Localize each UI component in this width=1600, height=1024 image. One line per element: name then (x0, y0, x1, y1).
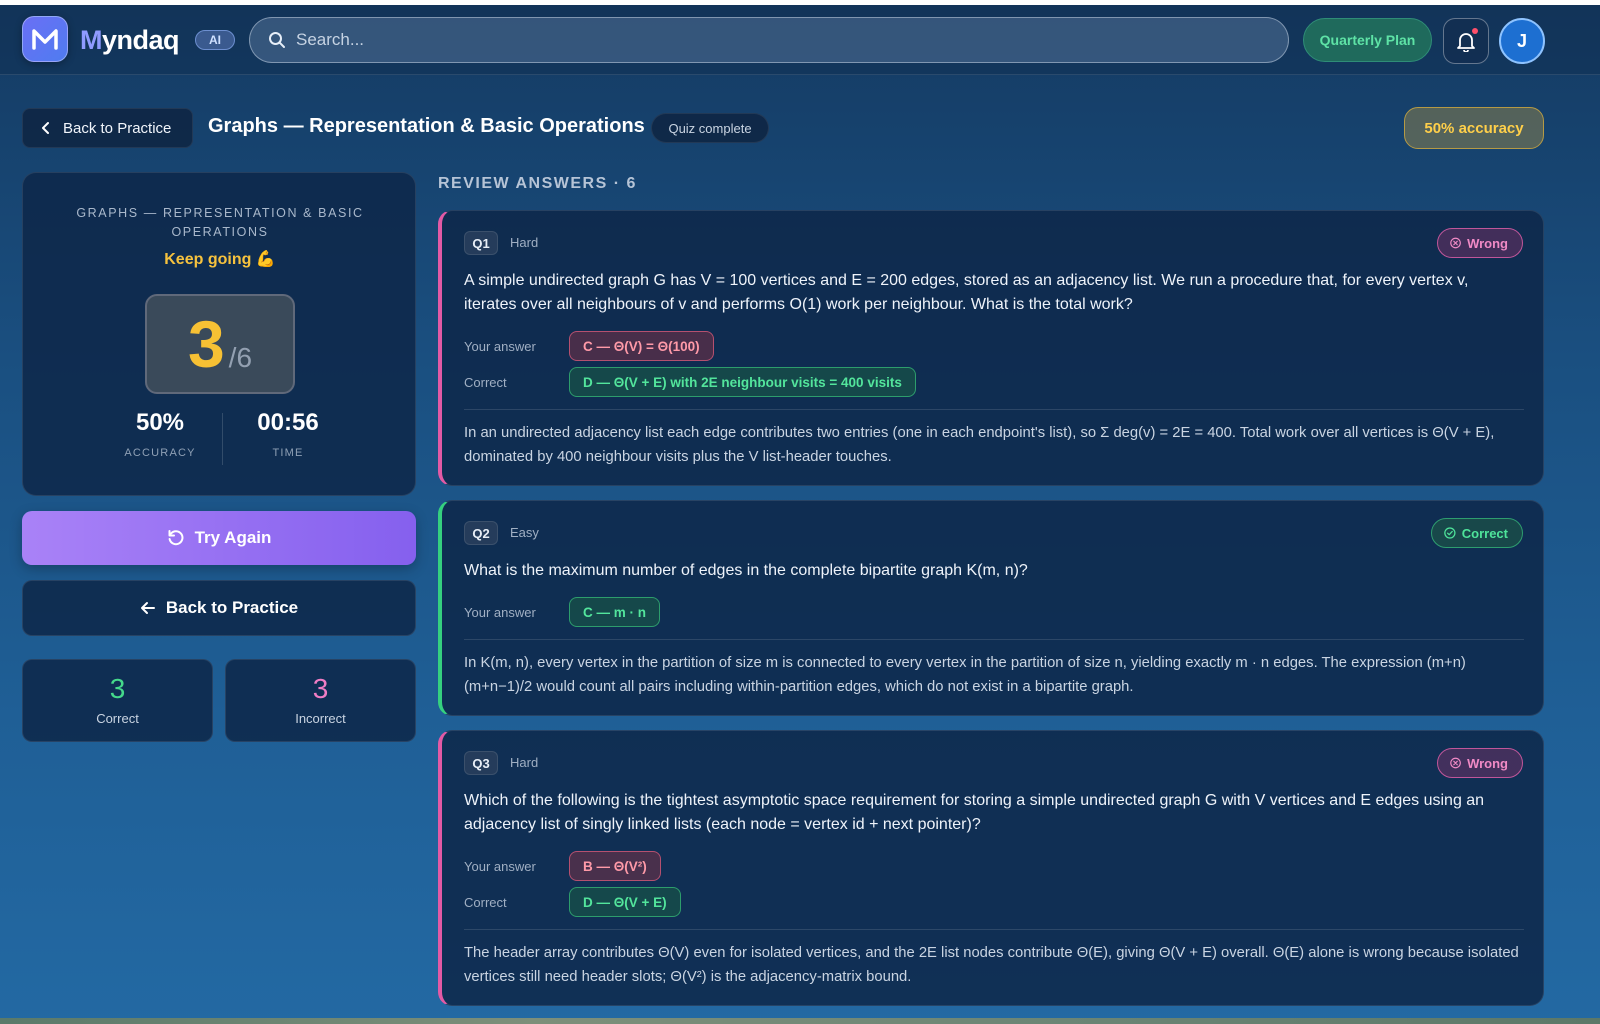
verdict-label: Correct (1461, 525, 1508, 541)
correct-answer-pill: D — Θ(V + E) with 2E neighbour visits = … (569, 367, 916, 397)
score-correct: 3 (187, 307, 225, 381)
time-stat: 00:56 TIME (223, 409, 353, 459)
refresh-icon (168, 530, 184, 546)
question-difficulty: Easy (510, 525, 539, 540)
question-card-q3: Q3 Hard Wrong Which of the following is … (438, 730, 1544, 1006)
verdict-label: Wrong (1467, 235, 1508, 251)
question-difficulty: Hard (510, 235, 539, 250)
explanation-text: In K(m, n), every vertex in the partitio… (464, 655, 1466, 695)
notifications-button[interactable] (1443, 18, 1489, 64)
question-number: Q1 (464, 231, 498, 255)
accuracy-badge: 50% accuracy (1404, 107, 1544, 149)
verdict-correct-badge: Correct (1431, 518, 1523, 548)
review-answers-heading: REVIEW ANSWERS · 6 (438, 175, 637, 192)
brand-rest: yndaq (102, 25, 180, 55)
user-avatar[interactable]: J (1499, 18, 1545, 64)
back-to-practice-link[interactable]: Back to Practice (22, 108, 193, 148)
page-title: Graphs — Representation & Basic Operatio… (208, 115, 645, 137)
your-answer-label: Your answer (464, 605, 536, 620)
try-again-label: Try Again (194, 528, 272, 547)
your-answer-label: Your answer (464, 339, 536, 354)
explanation-text: The header array contributes Θ(V) even f… (464, 945, 1519, 985)
question-text: A simple undirected graph G has V = 100 … (464, 272, 1469, 313)
time-label: TIME (272, 447, 304, 459)
try-again-button[interactable]: Try Again (22, 511, 416, 565)
quiz-status-badge: Quiz complete (651, 113, 769, 143)
explanation-text: In an undirected adjacency list each edg… (464, 425, 1495, 465)
incorrect-count: 3 (312, 673, 329, 704)
correct-count-card: 3 Correct (22, 659, 213, 742)
correct-count: 3 (109, 673, 126, 704)
divider (464, 409, 1524, 410)
divider (464, 639, 1524, 640)
x-circle-icon (1450, 237, 1461, 249)
verdict-wrong-badge: Wrong (1437, 748, 1523, 778)
accuracy-stat: 50% ACCURACY (95, 409, 225, 459)
logo-icon[interactable] (22, 16, 68, 62)
top-navbar: Myndaq AI Quarterly Plan J (0, 5, 1600, 75)
question-card-q1: Q1 Hard Wrong A simple undirected graph … (438, 210, 1544, 486)
search-input[interactable] (296, 30, 1288, 50)
back-to-practice-label: Back to Practice (63, 119, 172, 137)
score-total: /6 (228, 342, 253, 373)
quarterly-plan-button[interactable]: Quarterly Plan (1303, 18, 1432, 62)
divider (464, 929, 1524, 930)
question-difficulty: Hard (510, 755, 539, 770)
check-circle-icon (1444, 527, 1456, 539)
brand-name[interactable]: Myndaq (80, 25, 180, 56)
your-answer-pill: B — Θ(V²) (569, 851, 661, 881)
back-to-practice-button-label: Back to Practice (165, 598, 299, 617)
question-text: What is the maximum number of edges in t… (464, 562, 1028, 579)
brand-initial: M (80, 25, 103, 55)
correct-count-label: Correct (96, 711, 139, 726)
chevron-left-icon (42, 122, 49, 134)
x-circle-icon (1450, 757, 1461, 769)
time-value: 00:56 (257, 409, 319, 436)
question-number: Q2 (464, 521, 498, 545)
search-bar[interactable] (249, 17, 1289, 63)
question-text: Which of the following is the tightest a… (464, 792, 1485, 833)
motivation-text: Keep going 💪 (164, 251, 276, 268)
your-answer-label: Your answer (464, 859, 536, 874)
score-box: 3 /6 (145, 294, 295, 394)
question-card-q2: Q2 Easy Correct What is the maximum numb… (438, 500, 1544, 716)
incorrect-count-card: 3 Incorrect (225, 659, 416, 742)
topic-label: Graphs — Representation & Basic Operatio… (76, 206, 364, 239)
arrow-left-icon (140, 602, 155, 614)
correct-answer-pill: D — Θ(V + E) (569, 887, 681, 917)
correct-answer-label: Correct (464, 895, 507, 910)
ai-badge: AI (195, 30, 235, 50)
accuracy-label: ACCURACY (124, 447, 196, 459)
accuracy-value: 50% (135, 409, 185, 436)
search-icon (269, 32, 285, 48)
your-answer-pill: C — m · n (569, 597, 660, 627)
incorrect-count-label: Incorrect (295, 711, 346, 726)
score-summary-card: Graphs — Representation & Basic Operatio… (22, 172, 416, 496)
window-bottom-edge (0, 1018, 1600, 1024)
question-number: Q3 (464, 751, 498, 775)
back-to-practice-button[interactable]: Back to Practice (22, 580, 416, 636)
verdict-wrong-badge: Wrong (1437, 228, 1523, 258)
correct-answer-label: Correct (464, 375, 507, 390)
notification-dot (1472, 28, 1478, 34)
verdict-label: Wrong (1467, 755, 1508, 771)
your-answer-pill: C — Θ(V) = Θ(100) (569, 331, 714, 361)
